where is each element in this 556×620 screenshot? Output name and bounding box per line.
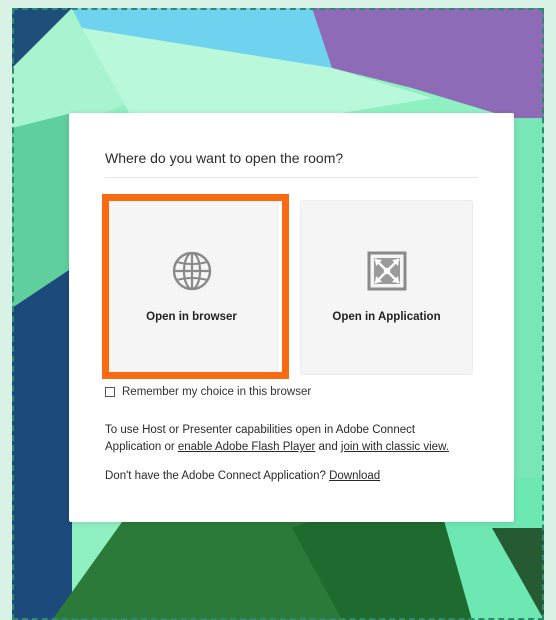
download-link[interactable]: Download — [329, 470, 380, 482]
download-row: Don't have the Adobe Connect Application… — [105, 470, 380, 482]
open-in-application-label: Open in Application — [332, 311, 441, 323]
page-frame: Where do you want to open the room? Open… — [0, 0, 556, 620]
remember-choice-row[interactable]: Remember my choice in this browser — [105, 386, 311, 398]
info-line-1: To use Host or Presenter capabilities op… — [105, 424, 416, 436]
join-classic-view-link[interactable]: join with classic view. — [341, 441, 449, 453]
info-and-text: and — [315, 441, 341, 453]
capabilities-info: To use Host or Presenter capabilities op… — [105, 422, 485, 456]
download-prompt: Don't have the Adobe Connect Application… — [105, 470, 330, 482]
dialog-title: Where do you want to open the room? — [105, 150, 344, 166]
info-line-2-prefix: Application or — [105, 441, 178, 453]
open-in-browser-option[interactable]: Open in browser — [105, 200, 278, 375]
open-in-application-option[interactable]: Open in Application — [300, 200, 473, 375]
remember-choice-label: Remember my choice in this browser — [122, 386, 312, 398]
info-line-2: Application or enable Adobe Flash Player… — [105, 439, 485, 456]
remember-choice-checkbox[interactable] — [105, 387, 115, 397]
title-divider — [105, 177, 478, 178]
globe-icon — [172, 251, 211, 291]
enable-flash-link[interactable]: enable Adobe Flash Player — [178, 441, 315, 453]
open-room-dialog: Where do you want to open the room? Open… — [69, 113, 514, 522]
open-in-browser-label: Open in browser — [146, 311, 237, 323]
application-icon — [367, 251, 406, 291]
